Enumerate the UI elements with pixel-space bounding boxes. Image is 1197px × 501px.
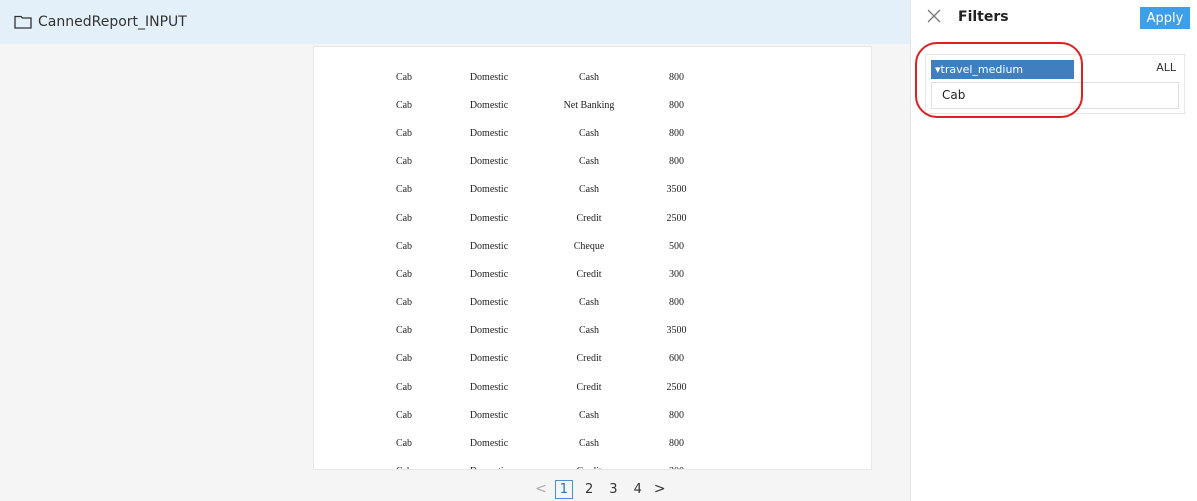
- table-cell: Cash: [579, 127, 599, 139]
- table-cell: Cab: [395, 353, 413, 365]
- table-cell: Domestic: [469, 71, 509, 83]
- page-4-button[interactable]: 4: [630, 482, 646, 497]
- table-cell: Credit: [576, 212, 602, 224]
- table-row: CabDomesticCredit300: [374, 458, 719, 469]
- filter-field-toggle[interactable]: ▾travel_medium: [931, 60, 1074, 79]
- apply-button[interactable]: Apply: [1140, 7, 1190, 29]
- table-cell: Cash: [579, 409, 599, 421]
- close-icon[interactable]: [927, 9, 941, 23]
- table-cell: Domestic: [469, 240, 509, 252]
- table-row: Cab Domestic Cash 800: [374, 148, 719, 176]
- table-row: Cab Domestic Credit 2500: [374, 204, 719, 232]
- table-row: Cab Domestic Credit 300: [374, 260, 719, 288]
- report-table: Cab Domestic Cash 800 Cab Domestic Net Banking…: [374, 63, 719, 469]
- all-option[interactable]: ALL: [1156, 61, 1176, 74]
- table-cell: Cab: [395, 409, 413, 421]
- table-cell: Cab: [395, 297, 413, 309]
- filter-value-cab[interactable]: Cab: [931, 82, 1179, 109]
- table-cell: 800: [669, 438, 684, 450]
- table-cell: Credit: [576, 353, 602, 365]
- table-row: Cab Domestic Net Banking 800: [374, 91, 719, 119]
- table-cell: Cash: [579, 184, 599, 196]
- table-cell: Domestic: [469, 297, 509, 309]
- travel-medium-filter: ▾travel_medium ALL Cab: [925, 54, 1185, 114]
- table-cell: Domestic: [469, 184, 509, 196]
- pagination: < 1 2 3 4 >: [535, 479, 666, 499]
- table-cell: Credit: [576, 268, 602, 280]
- table-cell: 2500: [666, 381, 687, 393]
- table-cell: 300: [669, 268, 684, 280]
- table-cell: Cab: [395, 381, 413, 393]
- table-cell: 800: [669, 156, 684, 168]
- table-cell: Cab: [395, 240, 413, 252]
- table-cell: Domestic: [469, 409, 509, 421]
- filters-title: Filters: [958, 9, 1009, 25]
- table-cell: Domestic: [469, 212, 509, 224]
- table-cell: Domestic: [469, 438, 509, 450]
- page-2-button[interactable]: 2: [581, 482, 597, 497]
- table-cell: Domestic: [434, 458, 544, 469]
- table-cell: Cash: [579, 71, 599, 83]
- report-area: CannedReport_INPUT Cab Domestic Cash 800 Cab…: [0, 0, 910, 501]
- table-cell: Cab: [395, 99, 413, 111]
- table-cell: 2500: [666, 212, 687, 224]
- table-cell: Cab: [395, 212, 413, 224]
- table-cell: 300: [634, 458, 719, 469]
- page-3-button[interactable]: 3: [605, 482, 621, 497]
- table-row: Cab Domestic Cash 800: [374, 119, 719, 147]
- table-cell: 800: [669, 127, 684, 139]
- table-row: Cab Domestic Cash 800: [374, 401, 719, 429]
- filters-header: Filters Apply: [911, 0, 1197, 38]
- table-cell: Cab: [395, 325, 413, 337]
- table-row: Cab Domestic Cash 800: [374, 429, 719, 457]
- table-cell: 800: [669, 297, 684, 309]
- table-row: Cab Domestic Credit 2500: [374, 373, 719, 401]
- table-cell: Domestic: [469, 156, 509, 168]
- filters-panel: Filters Apply ▾travel_medium ALL Cab: [910, 0, 1197, 501]
- table-cell: Cab: [395, 156, 413, 168]
- table-cell: 3500: [666, 184, 687, 196]
- table-cell: Domestic: [469, 268, 509, 280]
- table-cell: 3500: [666, 325, 687, 337]
- table-cell: Credit: [544, 458, 634, 469]
- table-cell: Cab: [374, 458, 434, 469]
- table-row: Cab Domestic Cash 800: [374, 289, 719, 317]
- table-cell: 500: [669, 240, 684, 252]
- table-row: Cab Domestic Cheque 500: [374, 232, 719, 260]
- table-cell: Cab: [395, 268, 413, 280]
- table-row: Cab Domestic Cash 3500: [374, 317, 719, 345]
- table-cell: Domestic: [469, 353, 509, 365]
- table-cell: Cab: [395, 438, 413, 450]
- table-cell: Cash: [579, 297, 599, 309]
- table-cell: 800: [669, 409, 684, 421]
- table-cell: Domestic: [469, 127, 509, 139]
- table-cell: Cheque: [573, 240, 605, 252]
- table-cell: Cash: [579, 156, 599, 168]
- table-row: Cab Domestic Cash 3500: [374, 176, 719, 204]
- table-cell: 600: [669, 353, 684, 365]
- table-cell: Net Banking: [563, 99, 615, 111]
- table-row: Cab Domestic Cash 800: [374, 63, 719, 91]
- table-cell: Cab: [395, 71, 413, 83]
- table-cell: Cash: [579, 438, 599, 450]
- report-title: CannedReport_INPUT: [38, 14, 187, 30]
- report-header: CannedReport_INPUT: [0, 0, 910, 44]
- next-page-button[interactable]: >: [654, 481, 666, 497]
- table-cell: Domestic: [469, 325, 509, 337]
- table-cell: Cab: [395, 127, 413, 139]
- table-cell: Domestic: [469, 381, 509, 393]
- table-cell: 800: [669, 71, 684, 83]
- report-table-card: Cab Domestic Cash 800 Cab Domestic Net Banking…: [313, 46, 872, 470]
- page-1-button[interactable]: 1: [554, 479, 574, 499]
- table-cell: Credit: [576, 381, 602, 393]
- prev-page-button[interactable]: <: [535, 481, 547, 497]
- table-row: Cab Domestic Credit 600: [374, 345, 719, 373]
- table-cell: Domestic: [469, 99, 509, 111]
- table-cell: 800: [669, 99, 684, 111]
- table-cell: Cab: [395, 184, 413, 196]
- folder-icon: [14, 15, 32, 29]
- table-cell: Cash: [579, 325, 599, 337]
